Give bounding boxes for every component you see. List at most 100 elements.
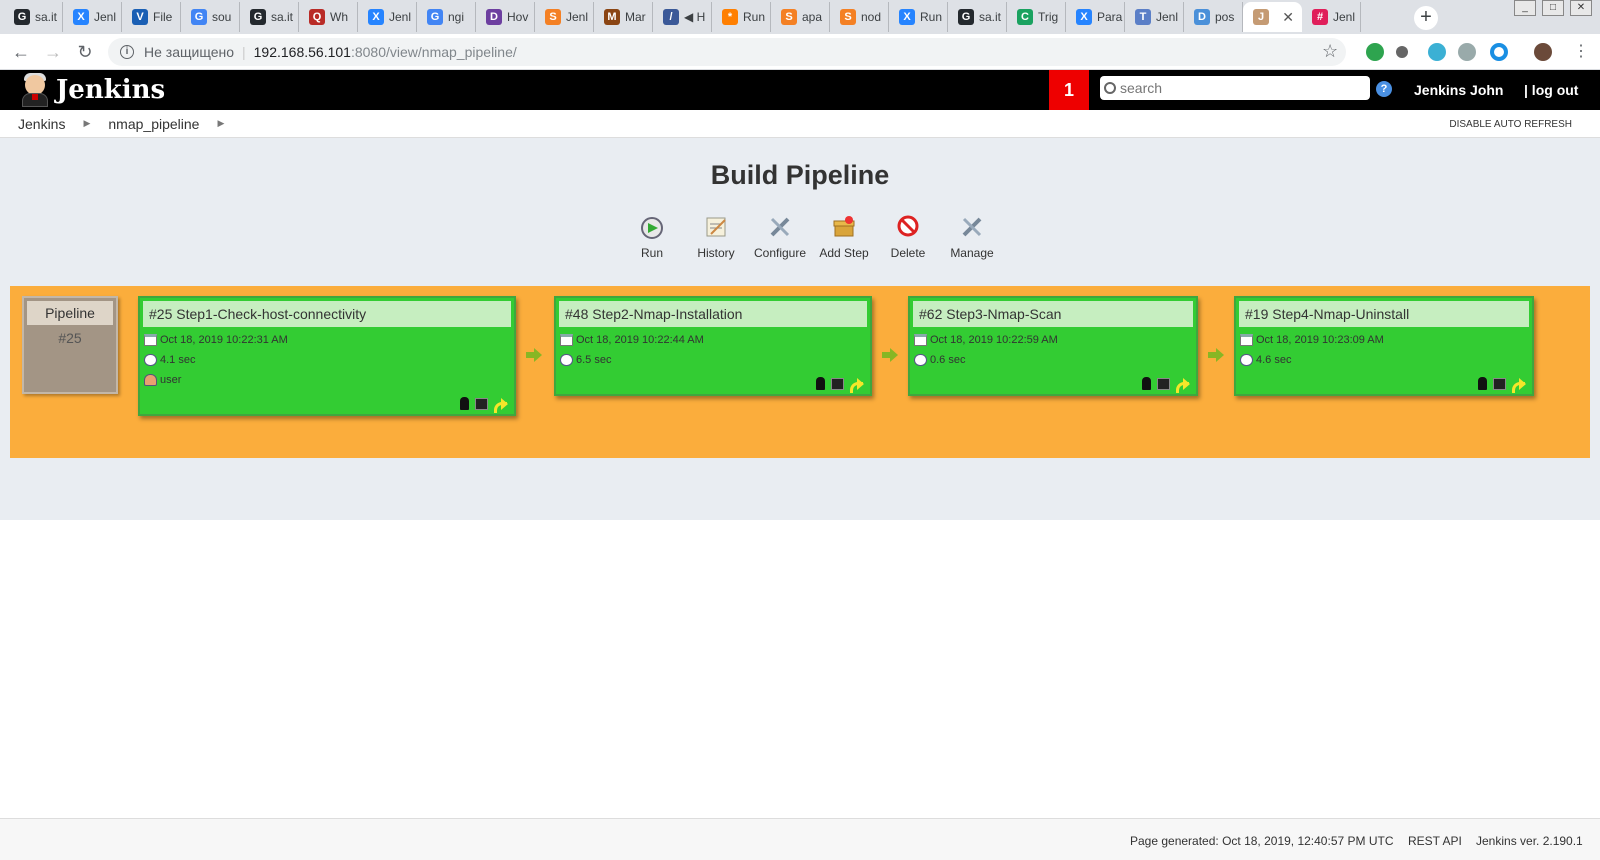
search-input[interactable] (1120, 80, 1360, 96)
jenkins-version-link[interactable]: Jenkins ver. 2.190.1 (1476, 834, 1583, 848)
notification-badge[interactable]: 1 (1049, 70, 1089, 110)
info-icon[interactable]: i (120, 45, 134, 59)
reload-icon[interactable]: ↻ (74, 41, 96, 63)
help-icon[interactable]: ? (1376, 81, 1392, 97)
logo-text: Jenkins (56, 75, 166, 105)
manage-label: Manage (950, 246, 994, 260)
new-tab-button[interactable]: + (1414, 6, 1438, 30)
browser-tab[interactable]: * Run (712, 2, 771, 32)
search-box (1100, 76, 1370, 100)
lock-icon[interactable] (1478, 377, 1487, 390)
build-title[interactable]: #19 Step4-Nmap-Uninstall (1239, 301, 1529, 327)
browser-tab[interactable]: Gsa.it (948, 2, 1007, 32)
rest-api-link[interactable]: REST API (1408, 834, 1462, 848)
browser-tab[interactable]: Snod (830, 2, 889, 32)
tab-favicon-icon: / (663, 9, 679, 25)
tab-close-icon[interactable]: ✕ (1282, 9, 1294, 26)
extension-ring-icon[interactable] (1490, 43, 1508, 61)
window-close-button[interactable]: ✕ (1570, 0, 1592, 16)
browser-tab[interactable]: X Jenl (358, 2, 417, 32)
bookmark-star-icon[interactable]: ☆ (1322, 41, 1338, 62)
console-icon[interactable] (1493, 377, 1506, 390)
browser-tab[interactable]: Gsou (181, 2, 240, 32)
add-step-button[interactable]: Add Step (812, 214, 876, 260)
extension-shield-icon[interactable] (1366, 43, 1384, 61)
user-link[interactable]: Jenkins John (1414, 82, 1503, 98)
browser-tab[interactable]: Gsa.it (4, 2, 63, 32)
build-card[interactable]: #48 Step2-Nmap-Installation Oct 18, 2019… (554, 296, 872, 396)
rerun-icon[interactable] (1176, 377, 1190, 393)
tab-label: ◀ H (684, 10, 706, 24)
browser-tabstrip: Gsa.it X Jenl V File Gsou Gsa.it Q Wh X Jenl Gngi D H… (0, 0, 1600, 34)
extension-react-icon[interactable] (1428, 43, 1446, 61)
build-title[interactable]: #62 Step3-Nmap-Scan (913, 301, 1193, 327)
tab-favicon-icon: X (73, 9, 89, 25)
delete-button[interactable]: Delete (876, 214, 940, 260)
configure-button[interactable]: Configure (748, 214, 812, 260)
extension-circle-icon[interactable] (1396, 46, 1408, 58)
browser-tab[interactable]: Q Wh (299, 2, 358, 32)
tab-favicon-icon: G (14, 9, 30, 25)
breadcrumb-arrow-icon[interactable]: ▶ (83, 118, 90, 129)
build-title[interactable]: #48 Step2-Nmap-Installation (559, 301, 867, 327)
clock-icon (1240, 354, 1253, 366)
breadcrumb-nmap-pipeline[interactable]: nmap_pipeline (108, 116, 199, 132)
maximize-button[interactable]: □ (1542, 0, 1564, 16)
console-icon[interactable] (831, 377, 844, 390)
jenkins-butler-icon (20, 73, 50, 107)
back-icon[interactable]: ← (10, 41, 32, 63)
address-bar[interactable]: i Не защищено | 192.168.56.101 :8080/vie… (108, 38, 1346, 66)
rerun-icon[interactable] (1512, 377, 1526, 393)
breadcrumb: Jenkins ▶ nmap_pipeline ▶ DISABLE AUTO R… (0, 110, 1600, 138)
build-duration: 4.1 sec (160, 354, 196, 366)
console-icon[interactable] (1157, 377, 1170, 390)
browser-tab[interactable]: M Mar (594, 2, 653, 32)
browser-tab[interactable]: Gngi (417, 2, 476, 32)
browser-tab[interactable]: X Jenl (63, 2, 122, 32)
profile-avatar-icon[interactable] (1534, 43, 1552, 61)
browser-tab[interactable]: C Trig (1007, 2, 1066, 32)
build-duration: 6.5 sec (576, 354, 612, 366)
rerun-icon[interactable] (850, 377, 864, 393)
run-icon (639, 214, 665, 240)
manage-button[interactable]: Manage (940, 214, 1004, 260)
logout-link[interactable]: | log out (1524, 82, 1578, 98)
history-button[interactable]: History (684, 214, 748, 260)
breadcrumb-jenkins[interactable]: Jenkins (18, 116, 65, 132)
tab-label: sou (212, 10, 232, 24)
forward-icon[interactable]: → (42, 41, 64, 63)
lock-icon[interactable] (1142, 377, 1151, 390)
browser-tab[interactable]: S Jenl (535, 2, 594, 32)
build-card[interactable]: #25 Step1-Check-host-connectivity Oct 18… (138, 296, 516, 416)
rerun-icon[interactable] (494, 397, 508, 413)
run-button[interactable]: Run (620, 214, 684, 260)
tab-label: sa.it (979, 10, 1002, 24)
browser-tab[interactable]: Gsa.it (240, 2, 299, 32)
browser-tab[interactable]: X Run (889, 2, 948, 32)
browser-tab[interactable]: J ✕ (1243, 2, 1302, 32)
browser-tab[interactable]: D Hov (476, 2, 535, 32)
browser-tab[interactable]: X Para (1066, 2, 1125, 32)
browser-tab[interactable]: T Jenl (1125, 2, 1184, 32)
pipeline-run-box[interactable]: Pipeline #25 (22, 296, 118, 394)
delete-icon (895, 214, 921, 240)
browser-tab[interactable]: Sapa (771, 2, 830, 32)
pipeline-number[interactable]: #25 (24, 328, 116, 346)
browser-tab[interactable]: / ◀ H (653, 2, 712, 32)
build-card[interactable]: #19 Step4-Nmap-Uninstall Oct 18, 2019 10… (1234, 296, 1534, 396)
breadcrumb-arrow-icon[interactable]: ▶ (217, 118, 224, 129)
lock-icon[interactable] (816, 377, 825, 390)
build-date: Oct 18, 2019 10:22:31 AM (160, 334, 288, 346)
browser-tab[interactable]: Dpos (1184, 2, 1243, 32)
browser-menu-icon[interactable]: ⋮ (1570, 41, 1592, 63)
jenkins-logo[interactable]: Jenkins (20, 73, 165, 107)
console-icon[interactable] (475, 397, 488, 410)
lock-icon[interactable] (460, 397, 469, 410)
disable-auto-refresh-link[interactable]: DISABLE AUTO REFRESH (1449, 119, 1572, 130)
extension-satellite-icon[interactable] (1458, 43, 1476, 61)
minimize-button[interactable]: _ (1514, 0, 1536, 16)
build-card[interactable]: #62 Step3-Nmap-Scan Oct 18, 2019 10:22:5… (908, 296, 1198, 396)
build-title[interactable]: #25 Step1-Check-host-connectivity (143, 301, 511, 327)
browser-tab[interactable]: # Jenl (1302, 2, 1361, 32)
browser-tab[interactable]: V File (122, 2, 181, 32)
